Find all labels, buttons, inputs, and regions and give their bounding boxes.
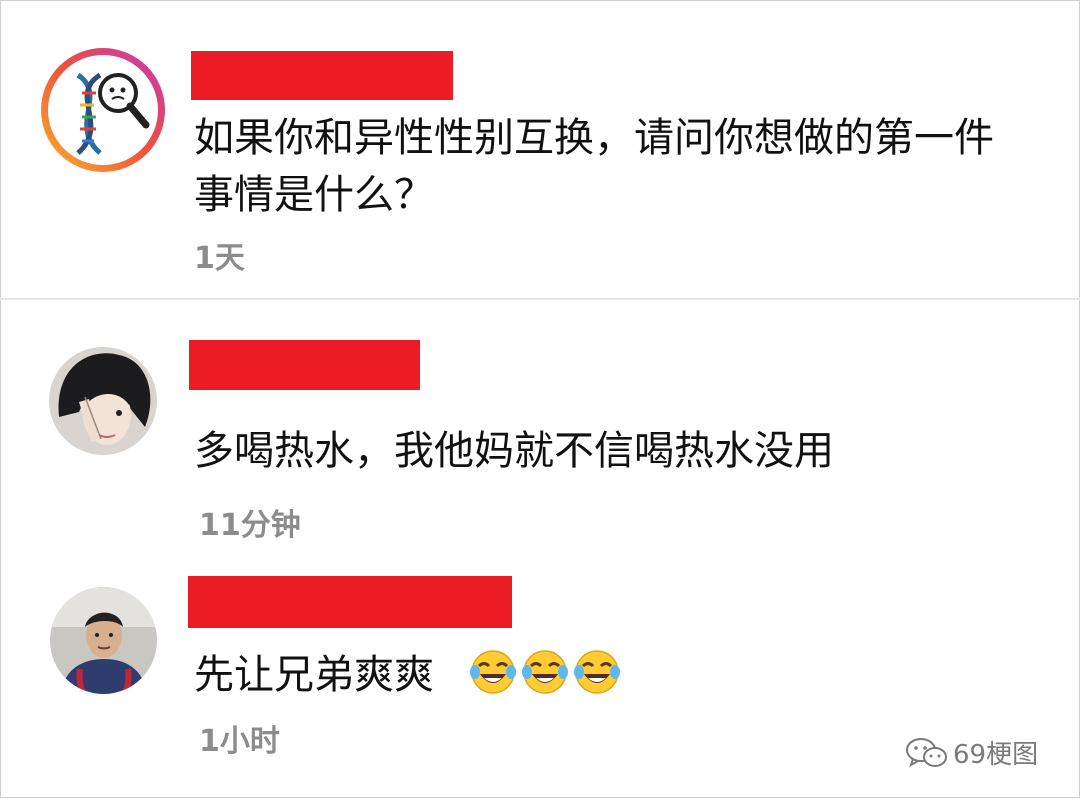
dna-magnifier-meme-avatar-icon[interactable] bbox=[38, 45, 168, 175]
post-author-name-redacted[interactable] bbox=[191, 51, 453, 100]
watermark: 69梗图 bbox=[905, 734, 1038, 771]
comment-2-time: 1小时 bbox=[199, 724, 280, 759]
anime-boy-avatar-icon[interactable] bbox=[49, 347, 157, 455]
comment-2-text: 先让兄弟爽爽 bbox=[194, 642, 625, 700]
wechat-icon bbox=[906, 738, 947, 768]
post-text: 如果你和异性性别互换，请问你想做的第一件事情是什么？ bbox=[194, 115, 994, 218]
tears-of-joy-emoji bbox=[522, 650, 569, 694]
watermark-text: 69梗图 bbox=[953, 740, 1039, 770]
selfie-boy-avatar-icon[interactable] bbox=[50, 587, 157, 694]
comment-1-time: 11分钟 bbox=[199, 508, 301, 543]
post-time: 1天 bbox=[194, 241, 245, 276]
tears-of-joy-emoji bbox=[470, 650, 517, 694]
comment-2-text-content: 先让兄弟爽爽 bbox=[194, 652, 434, 698]
tears-of-joy-emoji bbox=[574, 650, 621, 694]
comment-2-author-name-redacted[interactable] bbox=[188, 576, 512, 628]
comment-1-author-name-redacted[interactable] bbox=[189, 340, 420, 390]
comment-1-text: 多喝热水，我他妈就不信喝热水没用 bbox=[194, 428, 834, 474]
post-card: 如果你和异性性别互换，请问你想做的第一件事情是什么？ 1天 bbox=[0, 0, 1080, 300]
